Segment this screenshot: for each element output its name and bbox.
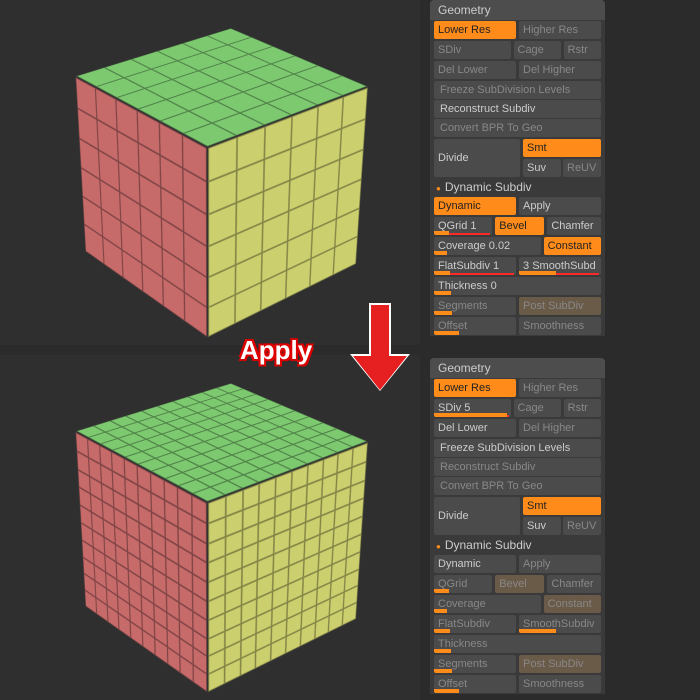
- smt-toggle[interactable]: Smt: [523, 139, 601, 157]
- rstr-button[interactable]: Rstr: [564, 41, 601, 59]
- smoothness-slider: Smoothness: [519, 317, 601, 335]
- dynamic-subdiv-header[interactable]: Dynamic Subdiv: [430, 178, 605, 196]
- geometry-panel-before: Geometry Lower Res Higher Res SDiv Cage …: [430, 0, 605, 336]
- freeze-subdiv-button[interactable]: Freeze SubDivision Levels: [434, 81, 601, 99]
- qgrid-slider[interactable]: QGrid 1: [434, 217, 492, 235]
- reuv-button: ReUV: [563, 159, 601, 177]
- apply-button[interactable]: Apply: [519, 197, 601, 215]
- constant-toggle: Constant: [544, 595, 601, 613]
- segments-slider: Segments: [434, 655, 516, 673]
- geometry-panel-after: Geometry Lower Res Higher Res SDiv 5 Cag…: [430, 358, 605, 694]
- dynamic-toggle[interactable]: Dynamic: [434, 197, 516, 215]
- constant-toggle[interactable]: Constant: [544, 237, 601, 255]
- lower-res-button[interactable]: Lower Res: [434, 379, 516, 397]
- del-higher-button: Del Higher: [519, 419, 601, 437]
- reconstruct-subdiv-button[interactable]: Reconstruct Subdiv: [434, 100, 601, 118]
- lower-res-button[interactable]: Lower Res: [434, 21, 516, 39]
- bevel-button: Bevel: [495, 575, 544, 593]
- qgrid-slider: QGrid: [434, 575, 492, 593]
- cube-after: [90, 408, 330, 648]
- chamfer-button[interactable]: Chamfer: [547, 217, 601, 235]
- apply-callout-label: Apply: [240, 335, 312, 366]
- thickness-slider[interactable]: Thickness 0: [434, 277, 601, 295]
- cage-button[interactable]: Cage: [514, 41, 561, 59]
- del-lower-button[interactable]: Del Lower: [434, 419, 516, 437]
- higher-res-button: Higher Res: [519, 379, 601, 397]
- convert-bpr-button: Convert BPR To Geo: [434, 119, 601, 137]
- arrow-down-icon: [355, 303, 405, 393]
- reconstruct-subdiv-button: Reconstruct Subdiv: [434, 458, 601, 476]
- offset-slider: Offset: [434, 675, 516, 693]
- del-higher-button: Del Higher: [519, 61, 601, 79]
- smoothsubdiv-slider: SmoothSubdiv: [519, 615, 601, 633]
- bevel-button[interactable]: Bevel: [495, 217, 544, 235]
- dynamic-toggle[interactable]: Dynamic: [434, 555, 516, 573]
- thickness-slider: Thickness: [434, 635, 601, 653]
- reuv-button: ReUV: [563, 517, 601, 535]
- suv-toggle[interactable]: Suv: [523, 517, 561, 535]
- sdiv-slider[interactable]: SDiv 5: [434, 399, 511, 417]
- divide-button[interactable]: Divide: [434, 497, 520, 535]
- chamfer-button: Chamfer: [547, 575, 601, 593]
- viewport-bottom: [0, 355, 420, 700]
- cube-before: [90, 53, 330, 293]
- suv-toggle[interactable]: Suv: [523, 159, 561, 177]
- cage-button[interactable]: Cage: [514, 399, 561, 417]
- post-subdiv-toggle: Post SubDiv: [519, 297, 601, 315]
- offset-slider: Offset: [434, 317, 516, 335]
- smoothness-slider: Smoothness: [519, 675, 601, 693]
- coverage-slider: Coverage: [434, 595, 541, 613]
- del-lower-button[interactable]: Del Lower: [434, 61, 516, 79]
- flatsubdiv-slider: FlatSubdiv: [434, 615, 516, 633]
- higher-res-button: Higher Res: [519, 21, 601, 39]
- dynamic-subdiv-header[interactable]: Dynamic Subdiv: [430, 536, 605, 554]
- smt-toggle[interactable]: Smt: [523, 497, 601, 515]
- freeze-subdiv-button[interactable]: Freeze SubDivision Levels: [434, 439, 601, 457]
- post-subdiv-toggle: Post SubDiv: [519, 655, 601, 673]
- coverage-slider[interactable]: Coverage 0.02: [434, 237, 541, 255]
- rstr-button[interactable]: Rstr: [564, 399, 601, 417]
- sdiv-slider[interactable]: SDiv: [434, 41, 511, 59]
- flatsubdiv-slider[interactable]: FlatSubdiv 1: [434, 257, 516, 275]
- apply-button: Apply: [519, 555, 601, 573]
- divide-button[interactable]: Divide: [434, 139, 520, 177]
- panel-title[interactable]: Geometry: [430, 0, 605, 20]
- smoothsubdiv-slider[interactable]: 3 SmoothSubd: [519, 257, 601, 275]
- convert-bpr-button: Convert BPR To Geo: [434, 477, 601, 495]
- viewport-top: [0, 0, 420, 345]
- segments-slider: Segments: [434, 297, 516, 315]
- panel-title[interactable]: Geometry: [430, 358, 605, 378]
